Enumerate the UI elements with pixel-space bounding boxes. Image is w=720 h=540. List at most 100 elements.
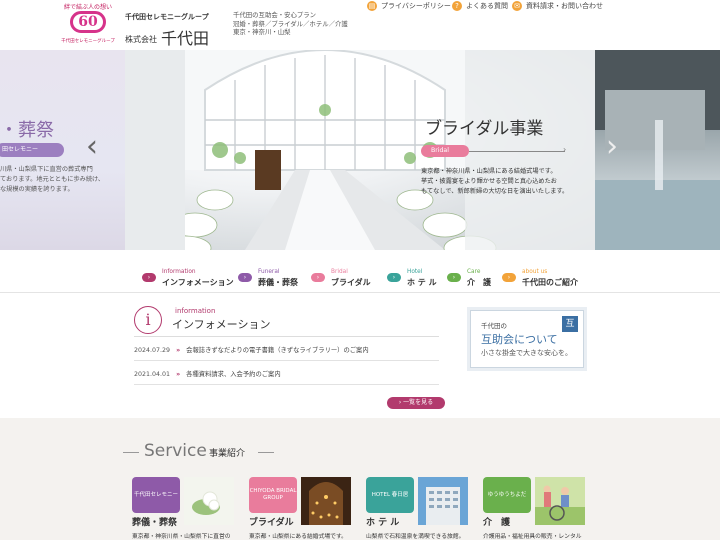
service-title-en: Service [144, 441, 207, 461]
info-title: インフォメーション [172, 318, 271, 331]
prev-slide-desc: 川県・山梨県下に直営の葬式専門 ております。地元とともに歩み続け、 な規模の実績… [0, 165, 104, 195]
service-name: ブライダル [249, 518, 294, 528]
banner-badge: 互 [562, 316, 578, 332]
info-en-label: information [175, 307, 216, 315]
contact-label: 資料請求・お問い合わせ [526, 2, 603, 10]
info-icon: i [134, 306, 162, 334]
header-desc-line: 千代田の互助会・安心プラン [233, 11, 317, 19]
hero-category-pill: Bridal [421, 145, 469, 157]
news-item[interactable]: 2021.04.01 » 各種資料請求、入会予約のご案内 [134, 369, 281, 383]
prev-desc-line: な規模の実績を誇ります。 [0, 186, 74, 193]
question-icon: ? [452, 1, 462, 11]
care-wheelchair-photo [535, 477, 585, 525]
logo-tagline: 絆で結ぶ人の想い [63, 4, 112, 11]
view-all-button[interactable]: › 一覧を見る [387, 397, 445, 409]
info-divider [134, 336, 439, 337]
service-rule-right [258, 452, 274, 453]
hero-description: 東京都・神奈川県・山梨県にある結婚式場です。 挙式・披露宴をより輝かせる空間と真… [421, 167, 568, 197]
arrow-right-icon: › [238, 273, 252, 282]
service-rule-left [123, 452, 139, 453]
nav-ja-label: ホ テ ル [407, 278, 437, 287]
funeral-logo: 千代田セレモニー [132, 477, 180, 513]
double-chevron-icon: » [176, 347, 181, 354]
company-name[interactable]: 株式会社 千代田 [125, 25, 209, 49]
service-card-funeral[interactable]: 千代田セレモニー 葬儀・葬祭 東京都・神奈川県・山梨県下に直営の [132, 477, 235, 540]
prev-slide-pill: 田セレモニー [0, 143, 64, 157]
banner-tagline: 小さな掛金で大きな安心を。 [481, 349, 572, 357]
service-desc: 介護用品・福祉用具の販売・レンタル [483, 534, 582, 540]
hotel-building-photo [418, 477, 468, 525]
service-card-care[interactable]: ゆうゆうちよだ 介 護 介護用品・福祉用具の販売・レンタル [483, 477, 586, 540]
news-divider [134, 360, 439, 361]
next-arrow-icon[interactable]: › [606, 132, 618, 162]
mail-icon: ✉ [512, 1, 522, 11]
nav-ja-label: ブライダル [331, 278, 371, 287]
header-description: 千代田の互助会・安心プラン 冠婚・葬祭／ブライダル／ホテル／介護 東京・神奈川・… [233, 11, 348, 37]
service-desc: 山梨県で石和温泉を満喫できる旅館。 [366, 534, 465, 540]
document-icon: ▤ [367, 1, 377, 11]
page: 絆で結ぶ人の想い 60 千代田セレモニーグループ 千代田セレモニーグループ 株式… [0, 0, 720, 540]
hero-main-slide[interactable] [125, 50, 595, 250]
service-desc: 東京都・山梨県にある結婚式場です。 [249, 534, 347, 540]
privacy-policy-link[interactable]: ▤ プライバシーポリシー [367, 0, 451, 12]
news-title: 各種資料請求、入会予約のご案内 [186, 371, 281, 378]
prev-slide-title: ・葬祭 [0, 120, 54, 141]
hero-desc-line: 東京都・神奈川県・山梨県にある結婚式場です。 [421, 168, 557, 175]
nav-ja-label: インフォメーション [162, 278, 234, 287]
mutual-aid-banner[interactable]: 千代田の 互助会について 小さな掛金で大きな安心を。 互 [470, 310, 584, 368]
bridal-logo: CHIYODA BRIDAL GROUP [249, 477, 297, 513]
arrow-right-icon: › [387, 273, 401, 282]
company-prefix: 株式会社 [125, 35, 157, 44]
company-name-text: 千代田 [161, 29, 210, 48]
hero-prev-slide[interactable]: ・葬祭 田セレモニー 川県・山梨県下に直営の葬式専門 ております。地元とともに歩… [0, 50, 125, 250]
view-all-label: 一覧を見る [403, 399, 434, 406]
double-chevron-icon: » [176, 371, 181, 378]
arrow-right-icon: › [142, 273, 156, 282]
prev-desc-line: 川県・山梨県下に直営の葬式専門 [0, 166, 93, 173]
nav-en-label: Funeral [258, 269, 280, 275]
site-logo[interactable]: 絆で結ぶ人の想い 60 千代田セレモニーグループ [56, 2, 120, 46]
news-item[interactable]: 2024.07.29 » 会報誌きずなだよりの電子書籍（きずなライブラリー）のご… [134, 345, 369, 359]
chevron-right-icon: › [563, 145, 567, 154]
faq-link[interactable]: ? よくある質問 [452, 0, 508, 12]
nav-en-label: Bridal [331, 269, 348, 275]
news-divider [134, 384, 439, 385]
service-card-hotel[interactable]: HOTEL 春日居 ホ テ ル 山梨県で石和温泉を満喫できる旅館。 [366, 477, 469, 540]
category-nav: › Information インフォメーション › Funeral 葬儀・葬祭 … [0, 262, 720, 292]
news-title: 会報誌きずなだよりの電子書籍（きずなライブラリー）のご案内 [186, 347, 369, 354]
service-title-ja: 事業紹介 [209, 449, 246, 459]
hero-desc-line: もてなしで、新郎新婦の大切な日を演出いたします。 [421, 188, 569, 195]
service-name: ホ テ ル [366, 518, 400, 528]
bridal-candle-photo [301, 477, 351, 525]
funeral-flower-photo [184, 477, 234, 525]
service-section [0, 418, 720, 540]
privacy-policy-label: プライバシーポリシー [381, 2, 451, 10]
contact-link[interactable]: ✉ 資料請求・お問い合わせ [512, 0, 603, 12]
arrow-right-icon: › [311, 273, 325, 282]
service-card-bridal[interactable]: CHIYODA BRIDAL GROUP ブライダル 東京都・山梨県にある結婚式… [249, 477, 352, 540]
site-header: 絆で結ぶ人の想い 60 千代田セレモニーグループ 千代田セレモニーグループ 株式… [0, 0, 720, 48]
nav-ja-label: 千代田のご紹介 [522, 278, 578, 287]
hero-slider: ・葬祭 田セレモニー 川県・山梨県下に直営の葬式専門 ております。地元とともに歩… [0, 50, 720, 250]
nav-ja-label: 葬儀・葬祭 [258, 278, 298, 287]
arrow-right-icon: › [502, 273, 516, 282]
arrow-right-icon: › [447, 273, 461, 282]
logo-60th-badge: 60 [70, 11, 106, 33]
hero-divider [469, 151, 565, 152]
banner-line1: 千代田の [481, 322, 507, 330]
news-date: 2021.04.01 [134, 371, 171, 378]
hotel-logo: HOTEL 春日居 [366, 477, 414, 513]
header-desc-line: 東京・神奈川・山梨 [233, 28, 291, 37]
nav-en-label: about us [522, 269, 548, 275]
hero-title: ブライダル事業 [425, 119, 544, 139]
prev-desc-line: ております。地元とともに歩み続け、 [0, 176, 105, 183]
group-name: 千代田セレモニーグループ [125, 13, 209, 21]
news-date: 2024.07.29 [134, 347, 171, 354]
service-name: 葬儀・葬祭 [132, 518, 178, 528]
service-desc: 東京都・神奈川県・山梨県下に直営の [132, 534, 231, 540]
faq-label: よくある質問 [466, 2, 508, 10]
prev-arrow-icon[interactable]: ‹ [86, 132, 98, 162]
nav-en-label: Care [467, 269, 481, 275]
nav-divider [0, 292, 720, 293]
banner-title: 互助会について [481, 333, 558, 346]
